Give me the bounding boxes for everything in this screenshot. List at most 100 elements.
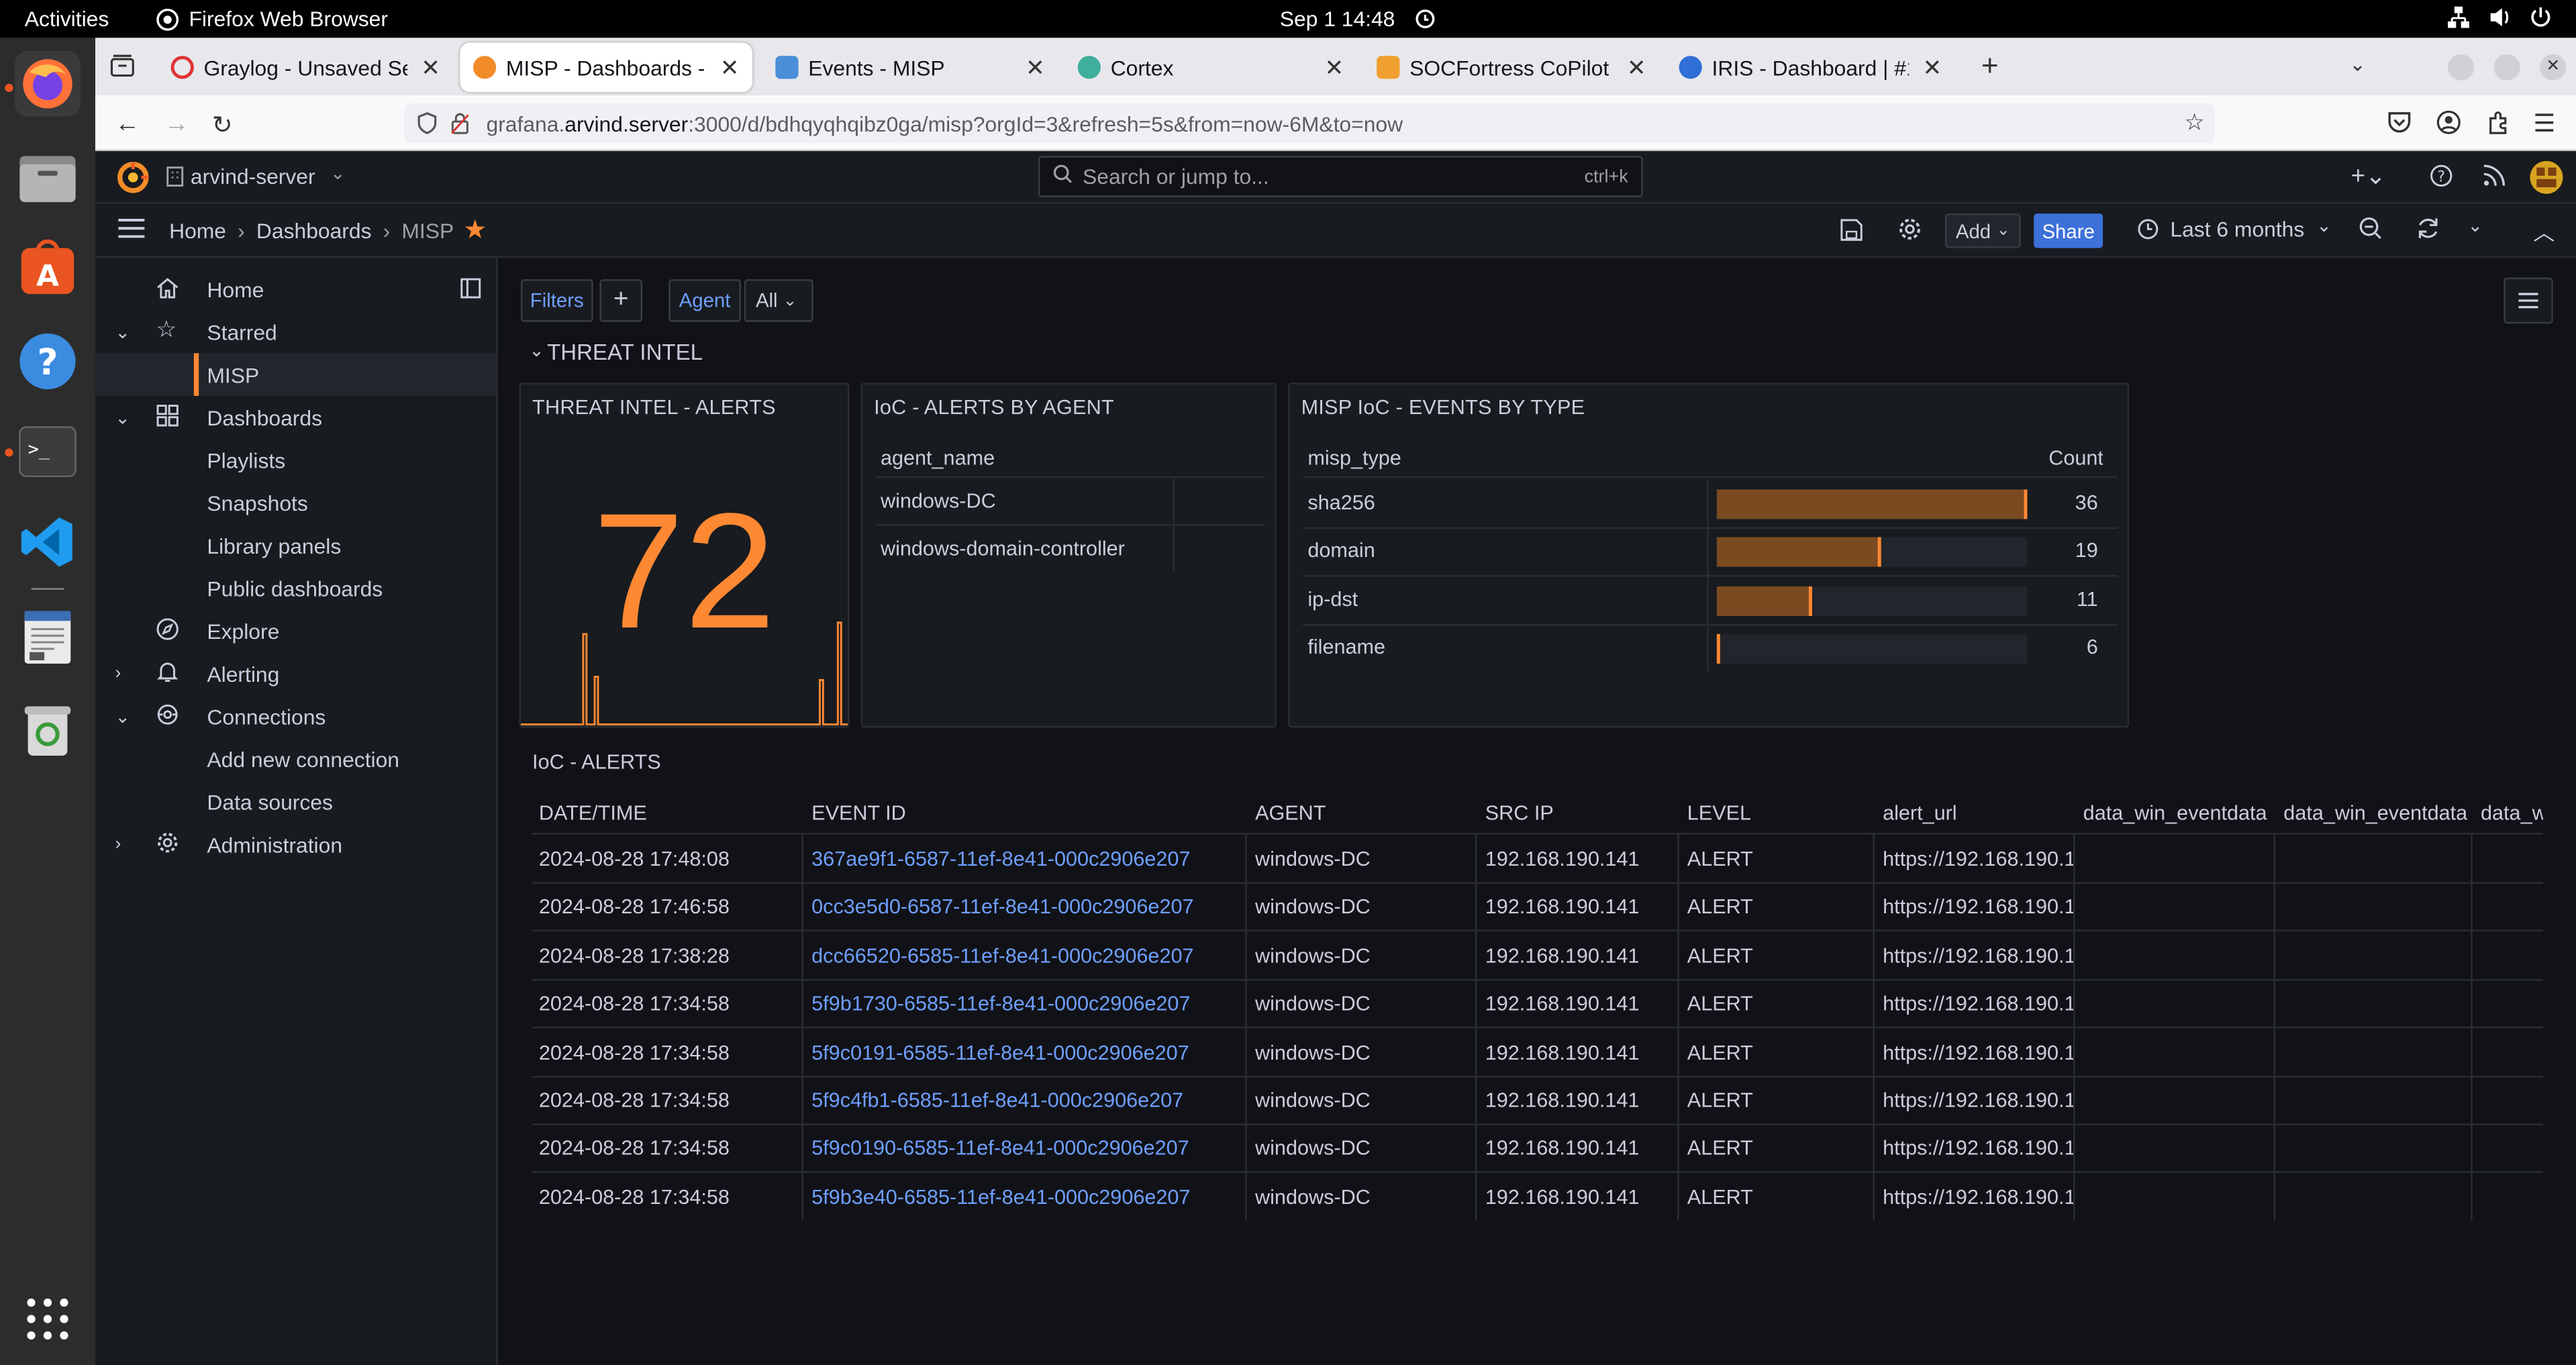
row-collapse-chevron-icon[interactable]: ⌄ [529, 340, 544, 361]
text-editor-icon[interactable] [15, 605, 81, 670]
table-panel-alerts-by-agent[interactable]: IoC - ALERTS BY AGENT agent_name windows… [860, 383, 1277, 728]
event-id-link[interactable]: 5f9b1730-6585-11ef-8e41-000c2906e207 [811, 993, 1190, 1015]
extensions-icon[interactable] [2485, 110, 2510, 143]
firefox-icon[interactable] [15, 50, 81, 117]
event-id-link[interactable]: 5f9b3e40-6585-11ef-8e41-000c2906e207 [811, 1186, 1190, 1209]
breadcrumb-dashboards[interactable]: Dashboards [256, 219, 372, 244]
column-header[interactable]: AGENT [1255, 801, 1326, 824]
reload-icon[interactable]: ↻ [212, 110, 233, 140]
forward-arrow-icon[interactable]: → [164, 110, 189, 138]
power-icon[interactable] [2528, 5, 2553, 30]
expand-chevron-down-icon[interactable]: ⌄ [115, 407, 130, 427]
terminal-icon[interactable]: >_ [15, 419, 81, 485]
nav-item-explore[interactable]: Explore [95, 609, 496, 652]
table-row[interactable]: 2024-08-28 17:34:58 5f9c0191-6585-11ef-8e… [532, 1027, 2544, 1077]
refresh-interval-chevron-icon[interactable]: ⌄ [2467, 215, 2483, 236]
dashboard-settings-gear-icon[interactable] [1897, 217, 1922, 250]
nav-item-alerting[interactable]: › Alerting [95, 652, 496, 695]
nav-item-data-sources[interactable]: Data sources [95, 780, 496, 823]
share-button[interactable]: Share [2034, 213, 2103, 248]
maximize-window-button[interactable] [2493, 54, 2520, 81]
nav-item-add-new-connection[interactable]: Add new connection [95, 738, 496, 780]
breadcrumb-home[interactable]: Home [169, 219, 226, 244]
dashboard-outline-menu-icon[interactable] [2504, 277, 2553, 324]
tab-cortex[interactable]: Cortex ✕ [1064, 43, 1357, 92]
tab-misp-events[interactable]: Events - MISP ✕ [762, 43, 1058, 92]
close-tab-icon[interactable]: ✕ [1324, 54, 1344, 82]
vscode-icon[interactable] [15, 509, 81, 575]
table-row[interactable]: 2024-08-28 17:38:28 dcc66520-6585-11ef-8e… [532, 931, 2544, 980]
table-row[interactable]: 2024-08-28 17:34:58 5f9b3e40-6585-11ef-8e… [532, 1172, 2543, 1221]
nav-item-playlists[interactable]: Playlists [95, 439, 496, 482]
nav-item-dashboards[interactable]: ⌄ Dashboards [95, 396, 496, 439]
close-tab-icon[interactable]: ✕ [421, 54, 440, 82]
minimize-window-button[interactable] [2448, 54, 2475, 81]
column-header-agent-name[interactable]: agent_name [881, 447, 995, 470]
pocket-icon[interactable] [2387, 110, 2412, 142]
tab-graylog[interactable]: Graylog - Unsaved Search ✕ [158, 43, 454, 92]
column-header[interactable]: SRC IP [1485, 801, 1554, 824]
volume-icon[interactable] [2487, 5, 2512, 30]
back-arrow-icon[interactable]: ← [115, 110, 140, 138]
activities-button[interactable]: Activities [25, 7, 109, 32]
nav-item-connections[interactable]: ⌄ Connections [95, 695, 496, 738]
zoom-out-icon[interactable] [2359, 217, 2382, 248]
app-grid-icon[interactable] [15, 1286, 81, 1352]
time-range-chevron-icon[interactable]: ⌄ [2316, 215, 2332, 236]
favorite-star-icon[interactable]: ★ [463, 213, 487, 246]
nav-item-administration[interactable]: › Administration [95, 823, 496, 866]
save-dashboard-icon[interactable] [1840, 219, 1863, 250]
nav-item-library-panels[interactable]: Library panels [95, 524, 496, 567]
network-icon[interactable] [2446, 5, 2471, 30]
expand-chevron-down-icon[interactable]: ⌄ [115, 705, 130, 727]
refresh-icon[interactable] [2417, 217, 2440, 248]
alarm-icon[interactable] [1414, 7, 1436, 30]
column-header[interactable]: alert_url [1883, 801, 1957, 824]
user-avatar[interactable] [2530, 160, 2563, 194]
column-header[interactable]: data_w [2481, 801, 2543, 824]
table-row[interactable]: 2024-08-28 17:48:08 367ae9f1-6587-11ef-8e… [532, 834, 2544, 884]
org-chevron-down-icon[interactable]: ⌄ [330, 162, 346, 184]
files-icon[interactable] [15, 144, 81, 210]
stat-panel-threat-intel-alerts[interactable]: THREAT INTEL - ALERTS 72 [519, 383, 850, 728]
column-header-misp-type[interactable]: misp_type [1307, 447, 1401, 470]
tab-grafana-misp[interactable]: MISP - Dashboards - Grafa ✕ [460, 42, 753, 93]
dock-menu-icon[interactable] [460, 278, 481, 304]
column-header[interactable]: LEVEL [1687, 801, 1751, 824]
expand-chevron-right-icon[interactable]: › [115, 834, 121, 854]
close-tab-icon[interactable]: ✕ [1922, 54, 1942, 82]
expand-chevron-right-icon[interactable]: › [115, 664, 121, 683]
expand-chevron-down-icon[interactable]: ⌄ [115, 321, 130, 342]
news-rss-icon[interactable] [2482, 164, 2506, 196]
table-row[interactable]: 2024-08-28 17:34:58 5f9c0190-6585-11ef-8e… [532, 1124, 2544, 1174]
grafana-logo-icon[interactable] [117, 161, 150, 202]
nav-item-home[interactable]: Home [95, 268, 496, 311]
nav-item-starred[interactable]: ⌄ ☆ Starred [95, 311, 496, 354]
nav-item-misp[interactable]: MISP [95, 353, 497, 396]
close-tab-icon[interactable]: ✕ [720, 54, 740, 82]
row-title[interactable]: THREAT INTEL [547, 340, 703, 365]
help-circle-icon[interactable]: ? [2430, 164, 2453, 196]
app-center-icon[interactable]: A [15, 235, 81, 301]
table-panel-events-by-type[interactable]: MISP IoC - EVENTS BY TYPE misp_type Coun… [1287, 383, 2130, 728]
clock[interactable]: Sep 1 14:48 [1280, 7, 1395, 32]
close-window-button[interactable]: ✕ [2540, 54, 2567, 81]
add-filter-plus-button[interactable]: + [599, 279, 643, 322]
column-header-count[interactable]: Count [2048, 447, 2103, 470]
event-id-link[interactable]: 5f9c0191-6585-11ef-8e41-000c2906e207 [811, 1041, 1189, 1064]
event-id-link[interactable]: 0cc3e5d0-6587-11ef-8e41-000c2906e207 [811, 896, 1193, 919]
add-button[interactable]: Add ⌄ [1945, 213, 2021, 248]
tab-overview-icon[interactable] [110, 54, 135, 86]
url-bar[interactable]: grafana. arvind.server:3000/d/bdhqyqhqibz… [404, 103, 2215, 143]
list-all-tabs-icon[interactable]: ⌄ [2349, 52, 2366, 75]
tab-socfortress[interactable]: SOCFortress CoPilot ✕ [1364, 43, 1660, 92]
search-bar[interactable]: Search or jump to... ctrl+k [1038, 156, 1643, 197]
column-header[interactable]: EVENT ID [811, 801, 906, 824]
org-switcher[interactable]: arvind-server [191, 164, 315, 189]
table-row[interactable]: 2024-08-28 17:46:58 0cc3e5d0-6587-11ef-8e… [532, 882, 2544, 932]
new-plus-icon[interactable]: +⌄ [2351, 161, 2386, 191]
nav-item-public-dashboards[interactable]: Public dashboards [95, 566, 496, 609]
new-tab-button[interactable]: + [1981, 49, 1999, 83]
collapse-chevron-up-icon[interactable]: ︿ [2533, 215, 2555, 247]
system-tray[interactable] [2446, 5, 2553, 30]
